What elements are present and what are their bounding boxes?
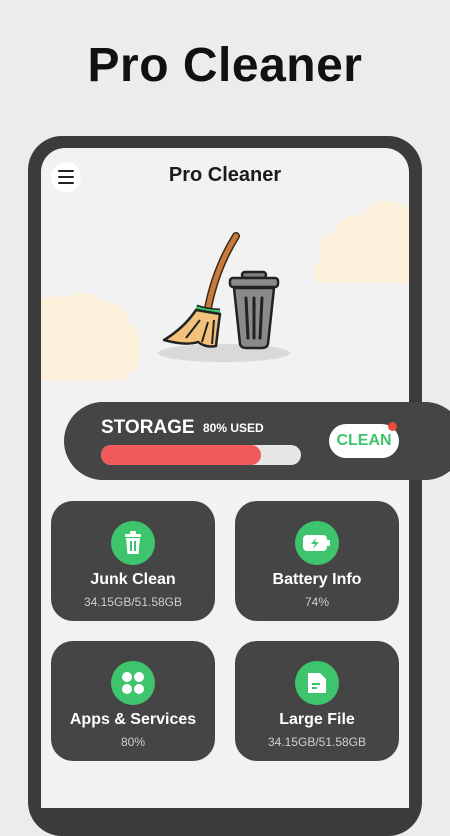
apps-grid-icon [111,661,155,705]
battery-icon [295,521,339,565]
cloud-left-icon [41,292,140,380]
broom-and-trash-illustration [158,232,290,362]
trash-icon [111,521,155,565]
card-title: Junk Clean [90,571,176,588]
storage-progress-bar [101,445,301,465]
card-subtitle: 80% [120,735,146,749]
cloud-right-icon [314,201,409,283]
folder-icon [295,661,339,705]
card-subtitle: 34.15GB/51.58GB [83,595,183,609]
junk-clean-card[interactable]: Junk Clean 34.15GB/51.58GB [51,501,215,621]
app-title: Pro Cleaner [168,164,282,186]
card-title: Apps & Services [69,711,197,728]
storage-progress-fill [101,445,261,465]
card-subtitle: 34.15GB/51.58GB [267,735,367,749]
battery-info-card[interactable]: Battery Info 74% [235,501,399,621]
storage-panel: STORAGE 80% USED CLEAN [64,402,450,480]
card-subtitle: 74% [304,595,330,609]
card-title: Battery Info [272,571,362,588]
storage-label: STORAGE [101,417,195,438]
card-title: Large File [279,711,355,728]
large-file-card[interactable]: Large File 34.15GB/51.58GB [235,641,399,761]
apps-services-card[interactable]: Apps & Services 80% [51,641,215,761]
promo-headline: Pro Cleaner [87,39,363,92]
storage-used-text: 80% USED [203,421,264,435]
notification-dot [388,422,397,431]
